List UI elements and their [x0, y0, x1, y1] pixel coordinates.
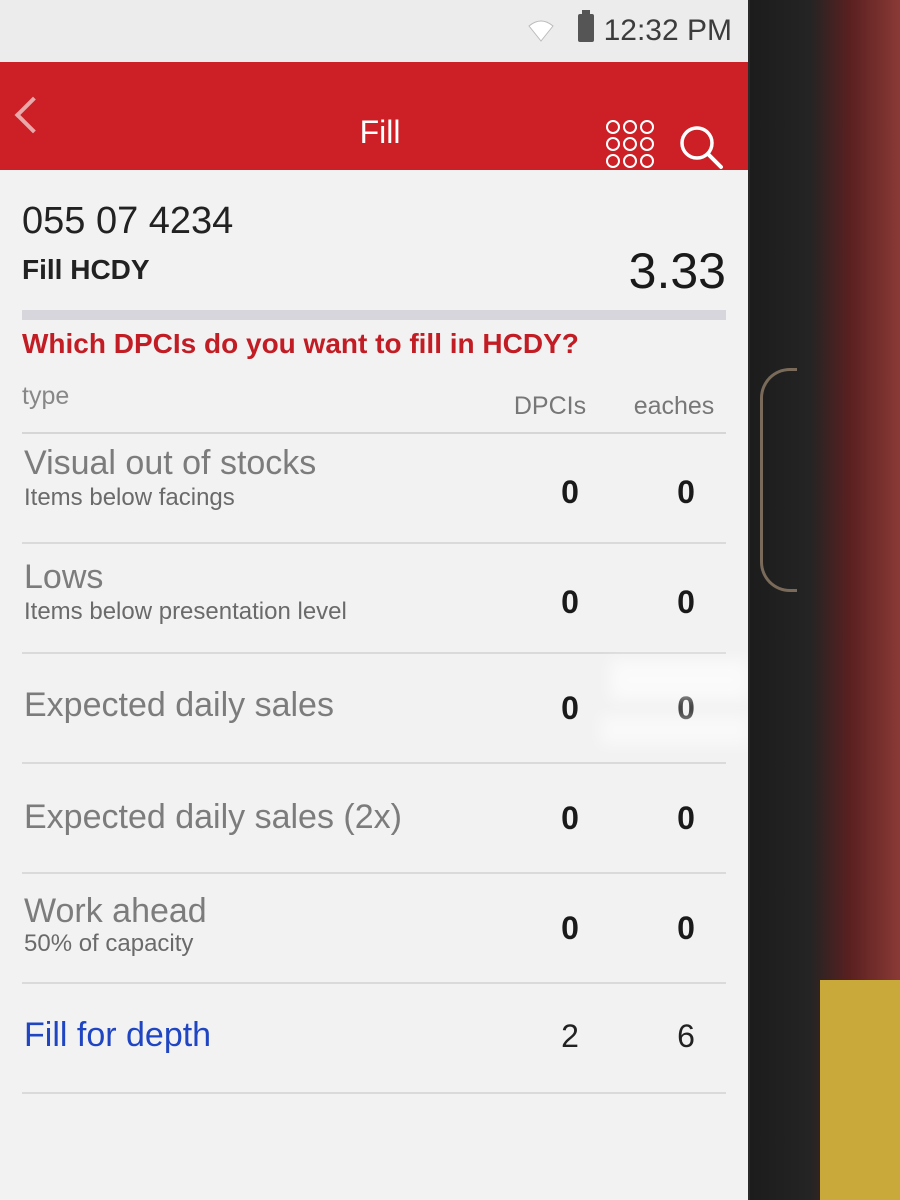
- photo-backdrop-yellow: [820, 980, 900, 1200]
- row-fill-for-depth[interactable]: Fill for depth 2 6: [0, 984, 748, 1094]
- battery-icon: [578, 10, 594, 42]
- row-dpcis-count: 0: [561, 800, 579, 836]
- row-title: Expected daily sales (2x): [24, 798, 402, 836]
- row-visual-out-of-stocks[interactable]: Visual out of stocks Items below facings…: [0, 434, 748, 544]
- device-bezel-notch: [760, 368, 797, 592]
- column-header-eaches: eaches: [633, 392, 715, 420]
- fill-content: 055 07 4234 Fill HCDY 3.33 Which DPCIs d…: [0, 170, 748, 1200]
- department-label: Fill HCDY: [22, 254, 150, 285]
- row-dpcis-count: 0: [561, 474, 579, 510]
- app-bar: Fill: [0, 62, 748, 170]
- row-subtitle: 50% of capacity: [24, 930, 194, 957]
- row-title: Work ahead: [24, 892, 207, 930]
- header-divider: [22, 310, 726, 320]
- row-subtitle: Items below presentation level: [24, 598, 347, 625]
- column-header-dpcis: DPCIs: [513, 392, 587, 420]
- row-dpcis-count: 2: [561, 1018, 579, 1054]
- status-bar: 12:32 PM: [0, 0, 748, 62]
- fill-question: Which DPCIs do you want to fill in HCDY?: [22, 328, 579, 359]
- row-expected-daily-sales-2x[interactable]: Expected daily sales (2x) 0 0: [0, 764, 748, 874]
- row-eaches-count: 0: [677, 910, 695, 946]
- grid-icon[interactable]: [606, 120, 654, 168]
- row-work-ahead[interactable]: Work ahead 50% of capacity 0 0: [0, 874, 748, 984]
- device-screen: 12:32 PM Fill 055 07 4234 Fill HCDY 3.33…: [0, 0, 748, 1200]
- screen-glare: [600, 715, 748, 745]
- location-code: 055 07 4234: [22, 200, 234, 242]
- wifi-icon: [528, 20, 554, 42]
- row-eaches-count: 6: [677, 1018, 695, 1054]
- row-dpcis-count: 0: [561, 584, 579, 620]
- row-eaches-count: 0: [677, 474, 695, 510]
- row-eaches-count: 0: [677, 584, 695, 620]
- row-dpcis-count: 0: [561, 910, 579, 946]
- row-subtitle: Items below facings: [24, 484, 235, 511]
- row-title: Expected daily sales: [24, 686, 334, 724]
- screen-glare: [610, 660, 748, 700]
- row-eaches-count: 0: [677, 800, 695, 836]
- status-time: 12:32 PM: [603, 14, 732, 47]
- row-title: Lows: [24, 558, 104, 596]
- chevron-left-icon[interactable]: [14, 96, 52, 134]
- row-title: Visual out of stocks: [24, 444, 317, 482]
- row-lows[interactable]: Lows Items below presentation level 0 0: [0, 544, 748, 654]
- header-value: 3.33: [628, 243, 726, 299]
- row-divider: [22, 1092, 726, 1094]
- column-header-type: type: [22, 382, 70, 410]
- search-icon[interactable]: [678, 124, 724, 170]
- fill-for-depth-link[interactable]: Fill for depth: [24, 1016, 211, 1055]
- app-title: Fill: [359, 114, 401, 150]
